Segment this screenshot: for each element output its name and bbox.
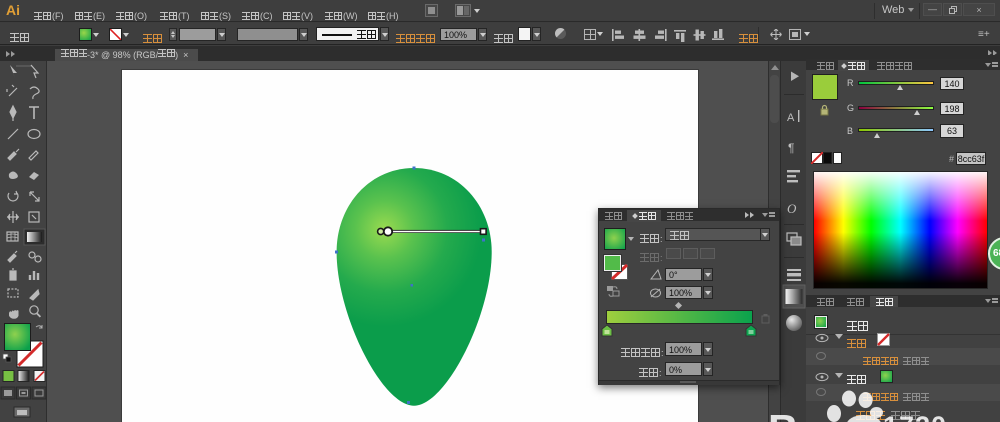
svg-text:¶: ¶ [788, 141, 794, 155]
svg-text:O: O [787, 201, 797, 216]
svg-text:A: A [787, 112, 795, 124]
